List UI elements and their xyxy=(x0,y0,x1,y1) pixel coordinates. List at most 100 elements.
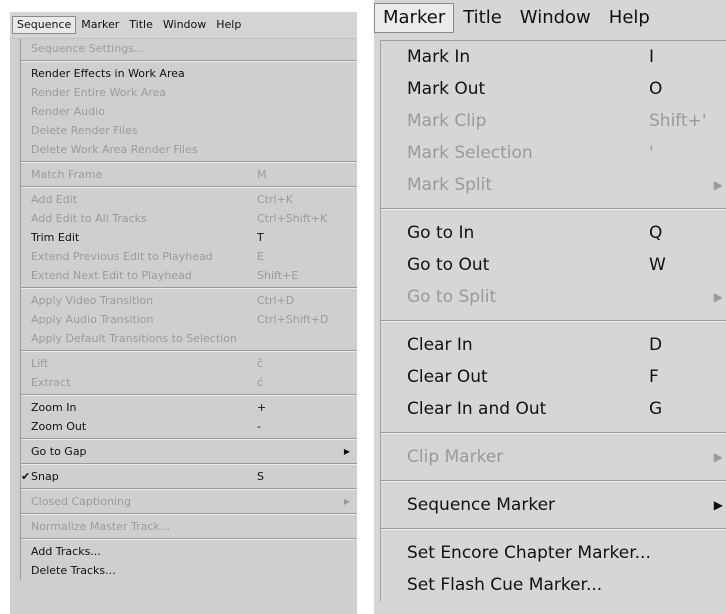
menu-item-shortcut: ' xyxy=(649,143,654,163)
menubar-title[interactable]: Title xyxy=(124,17,158,33)
menu-item-shortcut: M xyxy=(257,168,267,181)
menu-bar: Sequence Marker Title Window Help xyxy=(10,12,357,39)
menu-item-label: Extract xyxy=(31,376,71,389)
menu-item-label: Go to Split xyxy=(407,287,497,307)
menu-item-add-edit-to-all-tracks: Add Edit to All Tracks Ctrl+Shift+K xyxy=(21,209,357,228)
menu-item-render-audio: Render Audio xyxy=(21,102,357,121)
menu-item-mark-out[interactable]: Mark Out O xyxy=(381,73,726,105)
menu-item-delete-render-files: Delete Render Files xyxy=(21,121,357,140)
triangle-right-icon: ▶ xyxy=(343,447,350,456)
menu-item-match-frame: Match Frame M xyxy=(21,165,357,184)
menu-item-shortcut: - xyxy=(257,420,261,433)
menu-item-sequence-settings: Sequence Settings... xyxy=(21,39,357,58)
menu-item-set-encore-chapter-marker[interactable]: Set Encore Chapter Marker... xyxy=(381,537,726,569)
menu-item-zoom-out[interactable]: Zoom Out - xyxy=(21,417,357,436)
menu-separator xyxy=(381,521,726,537)
menu-item-shortcut: S xyxy=(257,470,264,483)
triangle-right-icon: ▶ xyxy=(713,178,723,192)
menu-item-label: Mark Out xyxy=(407,79,486,99)
menu-item-add-tracks[interactable]: Add Tracks... xyxy=(21,542,357,561)
menu-item-clear-out[interactable]: Clear Out F xyxy=(381,361,726,393)
menu-item-shortcut: G xyxy=(649,399,663,419)
menu-item-add-edit: Add Edit Ctrl+K xyxy=(21,190,357,209)
menu-item-shortcut: č xyxy=(257,357,264,370)
menubar-help[interactable]: Help xyxy=(211,17,246,33)
menu-item-shortcut: I xyxy=(649,47,655,67)
menu-separator xyxy=(381,313,726,329)
menu-item-label: Extend Next Edit to Playhead xyxy=(31,269,192,282)
menu-item-set-flash-cue-marker[interactable]: Set Flash Cue Marker... xyxy=(381,569,726,601)
menu-item-label: Clear In xyxy=(407,335,473,355)
menu-item-render-entire-work-area: Render Entire Work Area xyxy=(21,83,357,102)
menu-item-clear-in-and-out[interactable]: Clear In and Out G xyxy=(381,393,726,425)
menu-item-label: Go to Gap xyxy=(31,445,87,458)
menubar-marker[interactable]: Marker xyxy=(76,17,124,33)
menu-item-mark-clip: Mark Clip Shift+' xyxy=(381,105,726,137)
menubar-title[interactable]: Title xyxy=(454,4,511,32)
menu-item-apply-video-transition: Apply Video Transition Ctrl+D xyxy=(21,291,357,310)
menu-item-label: Render Effects in Work Area xyxy=(31,67,185,80)
menu-item-label: Add Edit to All Tracks xyxy=(31,212,147,225)
menu-item-mark-in[interactable]: Mark In I xyxy=(381,41,726,73)
sequence-dropdown-menu: Sequence Settings... Render Effects in Wo… xyxy=(20,39,357,580)
menu-item-shortcut: Q xyxy=(649,223,663,243)
menu-item-render-effects-in-work-area[interactable]: Render Effects in Work Area xyxy=(21,64,357,83)
menubar-marker[interactable]: Marker xyxy=(374,3,455,33)
menu-separator xyxy=(381,425,726,441)
menu-item-label: Apply Default Transitions to Selection xyxy=(31,332,237,345)
menu-item-label: Mark Clip xyxy=(407,111,487,131)
marker-menu-screenshot: Marker Title Window Help Mark In I Mark Out O M… xyxy=(374,0,726,614)
menu-item-extract: Extract ć xyxy=(21,373,357,392)
menu-item-go-to-in[interactable]: Go to In Q xyxy=(381,217,726,249)
triangle-right-icon: ▶ xyxy=(343,497,350,506)
menu-item-label: Sequence Settings... xyxy=(31,42,145,55)
menu-item-label: Normalize Master Track... xyxy=(31,520,171,533)
menu-item-shortcut: Ctrl+Shift+D xyxy=(257,313,329,326)
menu-item-clear-in[interactable]: Clear In D xyxy=(381,329,726,361)
menubar-window[interactable]: Window xyxy=(511,4,600,32)
menu-item-delete-work-area-render-files: Delete Work Area Render Files xyxy=(21,140,357,159)
menu-item-snap[interactable]: ✔ Snap S xyxy=(21,467,357,486)
menu-item-label: Mark In xyxy=(407,47,471,67)
menu-item-extend-next-edit-to-playhead: Extend Next Edit to Playhead Shift+E xyxy=(21,266,357,285)
menu-item-zoom-in[interactable]: Zoom In + xyxy=(21,398,357,417)
menu-item-shortcut: Ctrl+K xyxy=(257,193,294,206)
menu-item-shortcut: O xyxy=(649,79,663,99)
triangle-right-icon: ▶ xyxy=(713,450,723,464)
menu-item-trim-edit[interactable]: Trim Edit T xyxy=(21,228,357,247)
menu-item-label: Clear Out xyxy=(407,367,488,387)
menu-item-label: Go to Out xyxy=(407,255,490,275)
menu-item-label: Lift xyxy=(31,357,49,370)
menu-item-label: Extend Previous Edit to Playhead xyxy=(31,250,213,263)
check-icon: ✔ xyxy=(21,470,31,483)
menu-item-normalize-master-track: Normalize Master Track... xyxy=(21,517,357,536)
menu-item-label: Snap xyxy=(31,470,59,483)
menu-item-mark-split: Mark Split ▶ xyxy=(381,169,726,201)
menu-item-go-to-gap[interactable]: Go to Gap ▶ xyxy=(21,442,357,461)
menu-item-go-to-split: Go to Split ▶ xyxy=(381,281,726,313)
menu-item-lift: Lift č xyxy=(21,354,357,373)
menu-item-label: Clip Marker xyxy=(407,447,504,467)
menu-item-shortcut: T xyxy=(257,231,264,244)
menu-item-label: Delete Work Area Render Files xyxy=(31,143,198,156)
marker-dropdown-menu: Mark In I Mark Out O Mark Clip Shift+' Mark Se… xyxy=(380,40,726,601)
menu-item-sequence-marker[interactable]: Sequence Marker ▶ xyxy=(381,489,726,521)
menubar-window[interactable]: Window xyxy=(158,17,211,33)
menu-item-apply-audio-transition: Apply Audio Transition Ctrl+Shift+D xyxy=(21,310,357,329)
menu-item-shortcut: F xyxy=(649,367,659,387)
menu-item-shortcut: Shift+' xyxy=(649,111,707,131)
menu-item-label: Match Frame xyxy=(31,168,103,181)
menu-separator xyxy=(381,201,726,217)
menubar-sequence[interactable]: Sequence xyxy=(12,16,77,34)
menu-item-shortcut: W xyxy=(649,255,666,275)
menu-item-delete-tracks[interactable]: Delete Tracks... xyxy=(21,561,357,580)
menubar-help[interactable]: Help xyxy=(600,4,659,32)
menu-item-label: Zoom In xyxy=(31,401,77,414)
menu-item-label: Trim Edit xyxy=(31,231,80,244)
menu-item-shortcut: D xyxy=(649,335,663,355)
menu-item-shortcut: Ctrl+Shift+K xyxy=(257,212,328,225)
menu-item-label: Apply Video Transition xyxy=(31,294,154,307)
menu-item-go-to-out[interactable]: Go to Out W xyxy=(381,249,726,281)
menu-item-label: Set Encore Chapter Marker... xyxy=(407,543,651,563)
menu-item-label: Add Edit xyxy=(31,193,78,206)
